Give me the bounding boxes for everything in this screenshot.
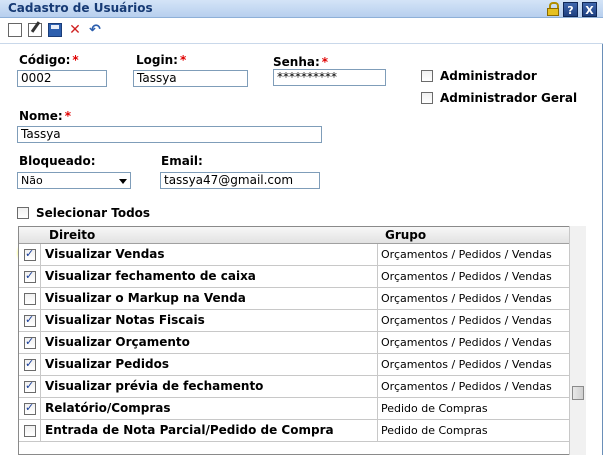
table-row[interactable]: Entrada de Nota Parcial/Pedido de Compra… bbox=[19, 420, 570, 442]
senha-field[interactable]: ********** bbox=[273, 69, 386, 86]
grid-header: Direito Grupo bbox=[19, 227, 585, 244]
grupo-cell: Orçamentos / Pedidos / Vendas bbox=[381, 314, 552, 327]
direito-cell: Relatório/Compras bbox=[45, 401, 171, 415]
row-checkbox[interactable] bbox=[24, 293, 36, 305]
undo-icon[interactable]: ↶ bbox=[88, 23, 102, 37]
bloqueado-select[interactable]: Não bbox=[17, 172, 131, 189]
grupo-cell: Orçamentos / Pedidos / Vendas bbox=[381, 380, 552, 393]
chevron-down-icon bbox=[119, 179, 127, 184]
codigo-label: Código: * bbox=[19, 53, 79, 67]
row-checkbox-cell bbox=[19, 332, 41, 353]
grid-scrollbar[interactable] bbox=[569, 226, 586, 455]
row-checkbox[interactable] bbox=[24, 401, 36, 415]
grupo-cell: Orçamentos / Pedidos / Vendas bbox=[381, 336, 552, 349]
column-divider bbox=[377, 354, 378, 375]
direito-cell: Visualizar Vendas bbox=[45, 247, 165, 261]
table-row[interactable]: Visualizar Orçamento Orçamentos / Pedido… bbox=[19, 332, 570, 354]
grupo-cell: Orçamentos / Pedidos / Vendas bbox=[381, 248, 552, 261]
grupo-cell: Orçamentos / Pedidos / Vendas bbox=[381, 358, 552, 371]
direito-cell: Entrada de Nota Parcial/Pedido de Compra bbox=[45, 423, 334, 437]
permissions-grid: Direito Grupo Visualizar Vendas Orçament… bbox=[18, 226, 586, 455]
administrador-geral-checkbox[interactable] bbox=[421, 92, 433, 104]
user-registration-window: Cadastro de Usuários ? X ✕ ↶ Código: * 00… bbox=[0, 0, 603, 455]
administrador-checkbox[interactable] bbox=[421, 70, 433, 82]
grupo-cell: Pedido de Compras bbox=[381, 424, 488, 437]
row-checkbox-cell bbox=[19, 398, 41, 419]
grupo-cell: Orçamentos / Pedidos / Vendas bbox=[381, 270, 552, 283]
row-checkbox-cell bbox=[19, 376, 41, 397]
row-checkbox-cell bbox=[19, 354, 41, 375]
grupo-cell: Pedido de Compras bbox=[381, 402, 488, 415]
direito-cell: Visualizar Pedidos bbox=[45, 357, 169, 371]
row-checkbox[interactable] bbox=[24, 269, 36, 283]
row-checkbox[interactable] bbox=[24, 425, 36, 437]
administrador-label: Administrador bbox=[440, 69, 537, 83]
column-divider bbox=[377, 288, 378, 309]
column-divider bbox=[377, 244, 378, 265]
nome-field[interactable]: Tassya bbox=[17, 126, 322, 143]
help-button[interactable]: ? bbox=[563, 1, 578, 17]
email-label: Email: bbox=[161, 154, 203, 168]
table-row[interactable]: Relatório/Compras Pedido de Compras bbox=[19, 398, 570, 420]
direito-cell: Visualizar Orçamento bbox=[45, 335, 190, 349]
table-row[interactable]: Visualizar Vendas Orçamentos / Pedidos /… bbox=[19, 244, 570, 266]
row-checkbox-cell bbox=[19, 288, 41, 309]
login-field[interactable]: Tassya bbox=[133, 70, 248, 87]
column-divider bbox=[377, 266, 378, 287]
column-divider bbox=[377, 332, 378, 353]
lock-icon[interactable] bbox=[547, 2, 559, 16]
delete-icon[interactable]: ✕ bbox=[68, 23, 82, 37]
title-bar: Cadastro de Usuários ? X bbox=[0, 0, 603, 18]
direito-cell: Visualizar Notas Fiscais bbox=[45, 313, 205, 327]
column-header-grupo[interactable]: Grupo bbox=[385, 228, 426, 242]
scrollbar-thumb[interactable] bbox=[572, 386, 584, 400]
bloqueado-label: Bloqueado: bbox=[19, 154, 96, 168]
row-checkbox-cell bbox=[19, 310, 41, 331]
direito-cell: Visualizar fechamento de caixa bbox=[45, 269, 256, 283]
window-title: Cadastro de Usuários bbox=[8, 1, 153, 15]
selecionar-todos-checkbox[interactable] bbox=[17, 207, 29, 219]
new-icon[interactable] bbox=[8, 23, 22, 37]
save-icon[interactable] bbox=[48, 23, 62, 37]
row-checkbox-cell bbox=[19, 266, 41, 287]
row-checkbox[interactable] bbox=[24, 247, 36, 261]
direito-cell: Visualizar o Markup na Venda bbox=[45, 291, 246, 305]
table-row[interactable]: Visualizar Notas Fiscais Orçamentos / Pe… bbox=[19, 310, 570, 332]
row-checkbox-cell bbox=[19, 420, 41, 441]
row-checkbox[interactable] bbox=[24, 313, 36, 327]
table-row[interactable]: Visualizar Pedidos Orçamentos / Pedidos … bbox=[19, 354, 570, 376]
email-field[interactable]: tassya47@gmail.com bbox=[160, 172, 320, 189]
row-checkbox-cell bbox=[19, 244, 41, 265]
selecionar-todos-label: Selecionar Todos bbox=[36, 206, 151, 220]
table-row[interactable]: Visualizar prévia de fechamento Orçament… bbox=[19, 376, 570, 398]
row-checkbox[interactable] bbox=[24, 379, 36, 393]
column-divider bbox=[377, 398, 378, 419]
title-bar-icons: ? X bbox=[547, 0, 597, 18]
bloqueado-selected-value: Não bbox=[21, 174, 43, 187]
row-checkbox[interactable] bbox=[24, 335, 36, 349]
table-row[interactable]: Visualizar fechamento de caixa Orçamento… bbox=[19, 266, 570, 288]
column-divider bbox=[377, 310, 378, 331]
administrador-geral-label: Administrador Geral bbox=[440, 91, 578, 105]
toolbar: ✕ ↶ bbox=[0, 18, 603, 44]
codigo-field[interactable]: 0002 bbox=[17, 70, 107, 87]
login-label: Login: * bbox=[136, 53, 187, 67]
edit-icon[interactable] bbox=[28, 23, 42, 37]
row-checkbox[interactable] bbox=[24, 357, 36, 371]
column-divider bbox=[377, 376, 378, 397]
close-button[interactable]: X bbox=[582, 1, 597, 17]
grupo-cell: Orçamentos / Pedidos / Vendas bbox=[381, 292, 552, 305]
senha-label: Senha: * bbox=[273, 55, 329, 69]
column-divider bbox=[377, 420, 378, 441]
column-header-direito[interactable]: Direito bbox=[49, 228, 95, 242]
table-row[interactable]: Visualizar o Markup na Venda Orçamentos … bbox=[19, 288, 570, 310]
nome-label: Nome: * bbox=[19, 109, 72, 123]
direito-cell: Visualizar prévia de fechamento bbox=[45, 379, 264, 393]
